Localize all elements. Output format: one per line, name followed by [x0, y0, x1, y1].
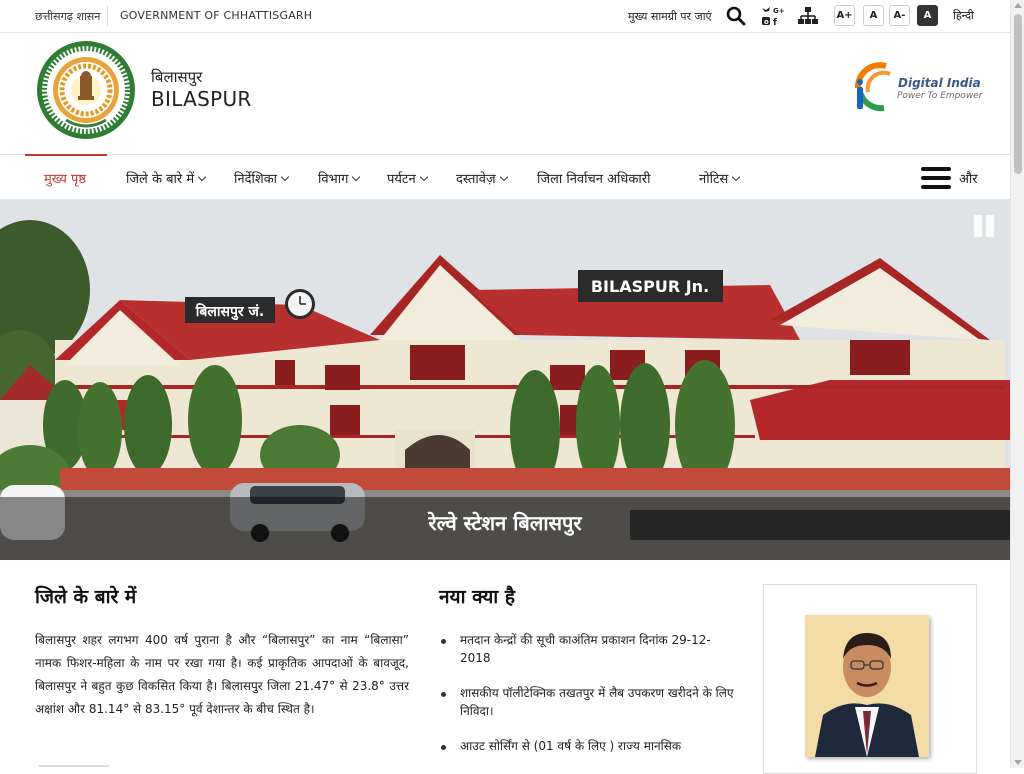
read-more-button[interactable] — [39, 765, 109, 767]
news-item[interactable]: शासकीय पॉलीटेक्निक तखतपुर में लैब उपकरण … — [439, 684, 739, 720]
nav-item-departments[interactable]: विभाग — [318, 169, 361, 187]
high-contrast-button[interactable]: A — [917, 5, 938, 26]
news-item[interactable]: मतदान केन्द्रों की सूची काअंतिम प्रकाशन … — [439, 631, 739, 667]
language-toggle-link[interactable]: हिन्दी — [953, 8, 974, 23]
svg-text:G+: G+ — [773, 7, 784, 15]
nav-item-label: जिले के बारे में — [126, 172, 195, 187]
chevron-down-icon — [197, 172, 207, 182]
banner-caption: रेल्वे स्टेशन बिलासपुर — [428, 511, 582, 535]
sitemap-icon[interactable] — [798, 6, 818, 26]
state-emblem-logo[interactable] — [36, 40, 136, 140]
nav-item-label: दस्तावेज़ — [456, 172, 496, 187]
font-normal-button[interactable]: A — [863, 5, 884, 26]
main-navigation: मुख्य पृष्ठ जिले के बारे में निर्देशिका … — [0, 154, 1010, 200]
collector-photo — [805, 615, 929, 757]
nav-item-label: जिला निर्वाचन अधिकारी — [537, 172, 651, 187]
district-name-hindi: बिलासपुर — [151, 68, 203, 86]
digital-india-tagline: Power To Empower — [897, 91, 983, 101]
nav-item-documents[interactable]: दस्तावेज़ — [456, 169, 508, 187]
whats-new-section: नया क्या है मतदान केन्द्रों की सूची काअं… — [439, 583, 739, 772]
chevron-down-icon — [732, 172, 741, 182]
svg-text:f: f — [773, 18, 777, 27]
search-icon[interactable] — [726, 6, 746, 26]
chevron-down-icon — [419, 172, 428, 182]
divider — [107, 6, 108, 26]
more-menu-button[interactable]: और — [959, 169, 978, 187]
nav-item-election-officer[interactable]: जिला निर्वाचन अधिकारी — [537, 169, 650, 187]
scroll-up-icon[interactable] — [1014, 3, 1022, 8]
nav-item-notices[interactable]: नोटिस — [699, 169, 741, 187]
nav-item-label: विभाग — [318, 172, 349, 187]
nav-item-label: नोटिस — [699, 172, 729, 187]
hero-banner: बिलासपुर जं. BILASPUR Jn. रेल्वे स्टेशन … — [0, 200, 1010, 560]
scroll-down-icon[interactable] — [1014, 760, 1022, 765]
about-district-section: जिले के बारे में बिलासपुर शहर लगभग 400 व… — [35, 583, 409, 767]
chevron-down-icon — [280, 172, 290, 182]
hamburger-menu-icon[interactable] — [921, 167, 951, 189]
nav-item-label: पर्यटन — [387, 172, 416, 187]
nav-item-label: निर्देशिका — [234, 172, 278, 187]
top-bar: छत्तीसगढ़ शासन GOVERNMENT OF CHHATTISGAR… — [0, 0, 1010, 33]
english-station-sign: BILASPUR Jn. — [591, 277, 709, 296]
nav-item-label: मुख्य पृष्ठ — [44, 172, 87, 187]
svg-text:o: o — [764, 18, 769, 26]
font-increase-button[interactable]: A+ — [834, 5, 855, 26]
font-decrease-button[interactable]: A- — [889, 5, 910, 26]
page-scrollbar[interactable] — [1010, 0, 1024, 768]
digital-india-title: Digital India — [898, 76, 981, 90]
chevron-down-icon — [352, 172, 361, 182]
gov-hindi-label: छत्तीसगढ़ शासन — [35, 10, 101, 23]
social-media-icon[interactable]: G+ o f — [760, 5, 785, 28]
site-header: बिलासपुर BILASPUR Digital India Power To… — [0, 34, 1010, 154]
active-tab-indicator — [25, 154, 107, 156]
nav-item-about-district[interactable]: जिले के बारे में — [126, 169, 207, 187]
pause-slideshow-icon[interactable] — [974, 215, 996, 237]
skip-to-content-link[interactable]: मुख्य सामग्री पर जाएं — [628, 9, 712, 24]
news-list: मतदान केन्द्रों की सूची काअंतिम प्रकाशन … — [439, 631, 739, 755]
news-item[interactable]: आउट सोर्सिंग से (01 वर्ष के लिए ) राज्य … — [439, 737, 739, 755]
nav-item-directory[interactable]: निर्देशिका — [234, 169, 290, 187]
scrollbar-thumb[interactable] — [1014, 14, 1022, 174]
district-name-english: BILASPUR — [151, 87, 252, 111]
about-heading: जिले के बारे में — [35, 586, 137, 608]
collector-profile-card — [763, 584, 977, 774]
chevron-down-icon — [499, 172, 508, 182]
gov-english-label: GOVERNMENT OF CHHATTISGARH — [120, 9, 313, 22]
nav-item-tourism[interactable]: पर्यटन — [387, 169, 428, 187]
hindi-station-sign: बिलासपुर जं. — [195, 303, 264, 321]
about-text: बिलासपुर शहर लगभग 400 वर्ष पुराना है और … — [35, 633, 409, 716]
whats-new-heading: नया क्या है — [439, 586, 515, 608]
nav-item-home[interactable]: मुख्य पृष्ठ — [44, 169, 86, 187]
